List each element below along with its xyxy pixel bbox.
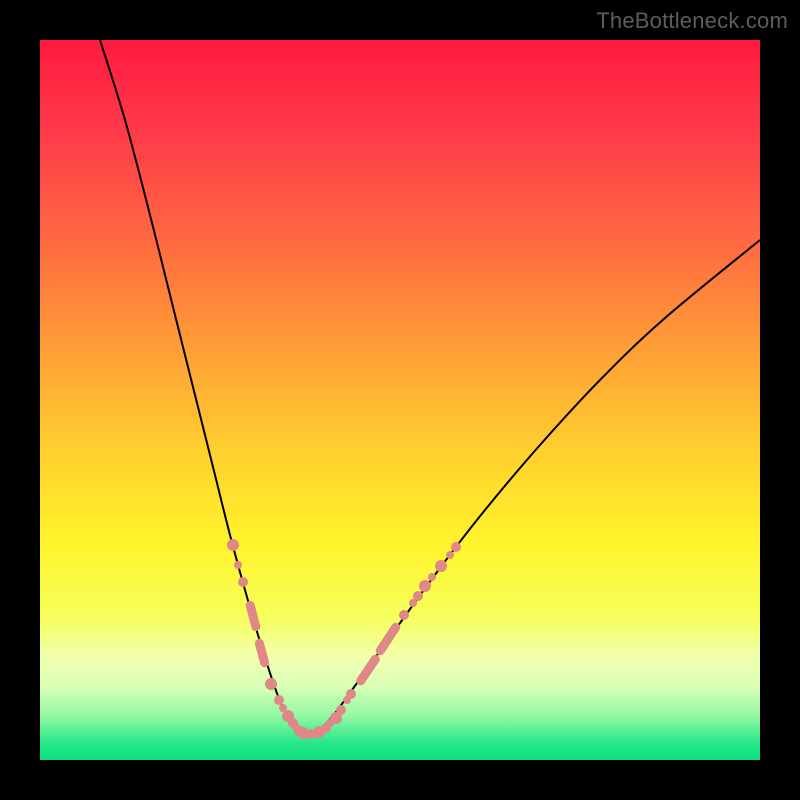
marker-dot: [265, 678, 277, 690]
gradient-background: [40, 40, 760, 760]
marker-dot: [451, 542, 461, 552]
marker-segment: [259, 643, 264, 662]
chart-svg: [40, 40, 760, 760]
chart-frame: TheBottleneck.com: [0, 0, 800, 800]
marker-dot: [413, 591, 423, 601]
marker-dot: [435, 560, 447, 572]
marker-dot: [227, 539, 239, 551]
marker-dot: [428, 573, 436, 581]
marker-dot: [399, 610, 409, 620]
plot-area: [40, 40, 760, 760]
marker-segment: [250, 605, 256, 626]
marker-dot: [419, 580, 431, 592]
marker-dot: [238, 577, 248, 587]
marker-dot: [234, 561, 242, 569]
marker-dot: [336, 705, 346, 715]
marker-dot: [446, 551, 454, 559]
watermark-label: TheBottleneck.com: [596, 8, 788, 34]
marker-dot: [274, 695, 284, 705]
marker-dot: [346, 689, 356, 699]
